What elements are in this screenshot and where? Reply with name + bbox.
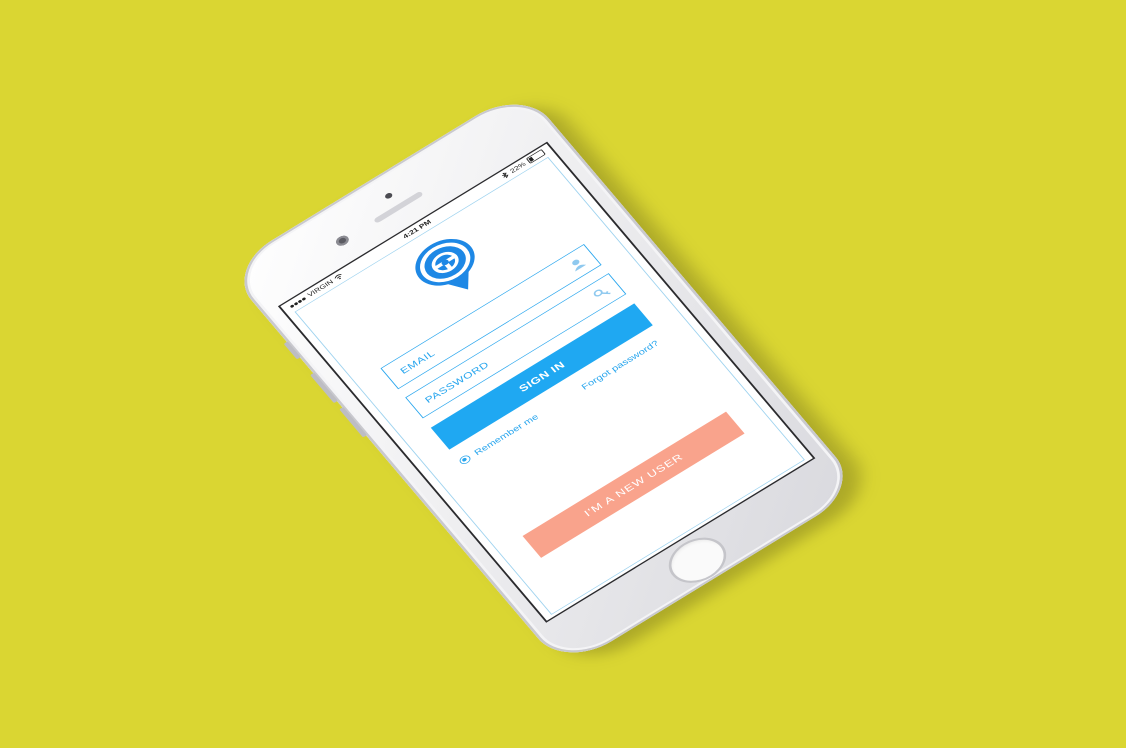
earpiece-speaker <box>373 190 424 224</box>
front-camera-icon <box>333 233 351 248</box>
app-screen: VIRGIN 4:21 PM 22% EMAIL PASSWORD SIGN I… <box>277 142 817 623</box>
phone-mockup: VIRGIN 4:21 PM 22% EMAIL PASSWORD SIGN I… <box>225 87 882 673</box>
user-icon <box>572 259 587 272</box>
volume-down-button <box>339 407 367 438</box>
proximity-sensor <box>383 191 394 200</box>
volume-up-button <box>310 372 338 404</box>
key-icon <box>593 289 611 297</box>
phone-body: VIRGIN 4:21 PM 22% EMAIL PASSWORD SIGN I… <box>225 87 863 670</box>
mockup-stage: VIRGIN 4:21 PM 22% EMAIL PASSWORD SIGN I… <box>0 0 1126 748</box>
mute-switch <box>283 341 301 360</box>
